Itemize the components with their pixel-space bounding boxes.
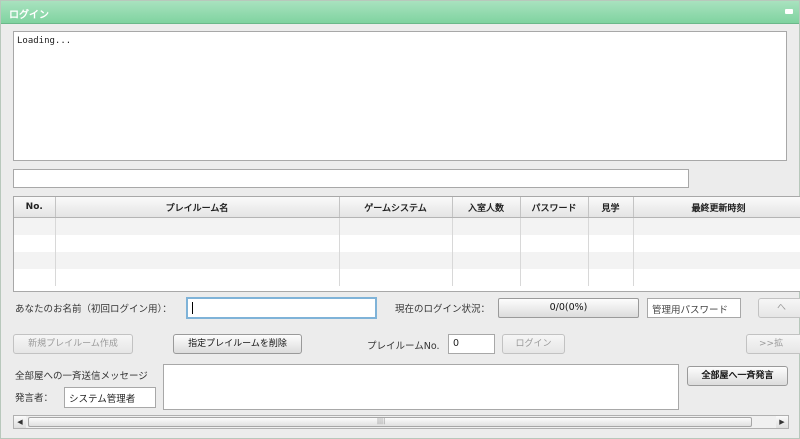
name-label: あなたのお名前（初回ログイン用）：	[15, 304, 172, 315]
column-header-game-system[interactable]: ゲームシステム	[339, 197, 453, 218]
sender-label: 発言者：	[15, 393, 54, 404]
scroll-left-icon[interactable]: ◀	[14, 416, 26, 428]
next-button[interactable]: へ	[758, 298, 800, 318]
scroll-thumb[interactable]: ||||	[28, 417, 752, 427]
column-header-no[interactable]: No.	[14, 197, 56, 218]
column-header-spectate[interactable]: 見学	[588, 197, 634, 218]
chat-input[interactable]	[13, 169, 689, 188]
table-row[interactable]	[14, 252, 800, 269]
table-row[interactable]	[14, 217, 800, 235]
broadcast-send-button[interactable]: 全部屋へ一斉発言	[687, 366, 788, 386]
column-header-last-updated[interactable]: 最終更新時刻	[633, 197, 800, 218]
table-row[interactable]	[14, 269, 800, 286]
broadcast-message-input[interactable]	[163, 364, 679, 410]
minimize-icon[interactable]	[785, 9, 793, 14]
login-window: ログイン Loading... No. プレイルーム名 ゲームシステム 入室人数…	[0, 0, 800, 439]
extend-button[interactable]: >>拡	[746, 334, 800, 354]
column-header-members[interactable]: 入室人数	[452, 197, 521, 218]
create-room-button[interactable]: 新規プレイルーム作成	[13, 334, 133, 354]
name-input[interactable]	[186, 297, 377, 319]
login-button[interactable]: ログイン	[502, 334, 565, 354]
log-area[interactable]: Loading...	[13, 31, 787, 161]
broadcast-label: 全部屋への一斉送信メッセージ	[15, 371, 148, 382]
horizontal-scrollbar[interactable]: ◀ |||| ▶	[13, 415, 789, 429]
grip-icon: ||||	[377, 418, 386, 425]
login-status-label: 現在のログイン状況：	[395, 304, 491, 315]
window-title: ログイン	[9, 10, 49, 21]
login-status-display: 0/0(0%)	[498, 298, 639, 318]
delete-room-button[interactable]: 指定プレイルームを削除	[173, 334, 302, 354]
room-table[interactable]: No. プレイルーム名 ゲームシステム 入室人数 パスワード 見学 最終更新時刻	[13, 196, 800, 292]
title-bar[interactable]: ログイン	[1, 1, 799, 24]
scroll-right-icon[interactable]: ▶	[776, 416, 788, 428]
column-header-room-name[interactable]: プレイルーム名	[55, 197, 340, 218]
column-header-password[interactable]: パスワード	[520, 197, 589, 218]
room-no-input[interactable]: 0	[448, 334, 495, 354]
table-row[interactable]	[14, 235, 800, 252]
table-header-row: No. プレイルーム名 ゲームシステム 入室人数 パスワード 見学 最終更新時刻	[14, 197, 800, 218]
sender-input[interactable]: システム管理者	[64, 387, 156, 408]
admin-password-input[interactable]: 管理用パスワード	[647, 298, 741, 318]
room-no-label: プレイルームNo.	[367, 341, 440, 352]
